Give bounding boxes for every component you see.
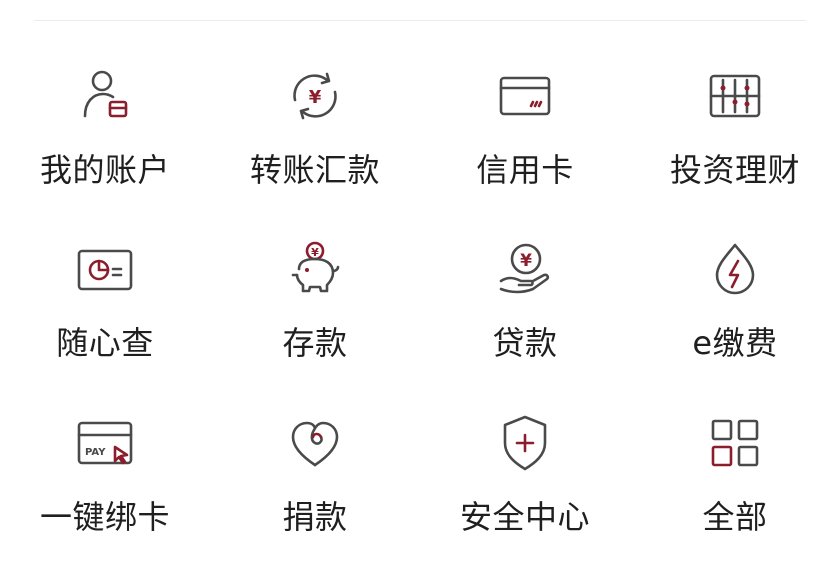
menu-item-investment[interactable]: 投资理财 bbox=[630, 64, 840, 190]
menu-item-e-payment[interactable]: e缴费 bbox=[630, 237, 840, 363]
menu-item-my-account[interactable]: 我的账户 bbox=[0, 64, 210, 190]
menu-item-label: e缴费 bbox=[692, 324, 778, 362]
menu-item-donation[interactable]: 捐款 bbox=[210, 411, 420, 537]
menu-item-label: 安全中心 bbox=[459, 498, 590, 536]
menu-item-bind-card[interactable]: PAY 一键绑卡 bbox=[0, 411, 210, 537]
svg-text:¥: ¥ bbox=[520, 251, 532, 271]
grid-icon bbox=[703, 411, 767, 475]
menu-item-label: 贷款 bbox=[492, 324, 558, 362]
menu-item-label: 信用卡 bbox=[476, 151, 574, 189]
svg-text:¥: ¥ bbox=[309, 87, 322, 108]
menu-item-label: 存款 bbox=[282, 324, 348, 362]
payment-drop-icon bbox=[703, 237, 767, 301]
menu-item-security-center[interactable]: 安全中心 bbox=[420, 411, 630, 537]
donation-heart-icon bbox=[283, 411, 347, 475]
menu-item-label: 转账汇款 bbox=[249, 151, 380, 189]
account-icon bbox=[73, 64, 137, 128]
menu-item-credit-card[interactable]: 信用卡 bbox=[420, 64, 630, 190]
menu-item-label: 全部 bbox=[702, 498, 768, 536]
loan-icon: ¥ bbox=[493, 237, 557, 301]
transfer-icon: ¥ bbox=[283, 64, 347, 128]
credit-card-icon bbox=[493, 64, 557, 128]
query-icon bbox=[73, 237, 137, 301]
menu-item-loan[interactable]: ¥ 贷款 bbox=[420, 237, 630, 363]
shield-icon bbox=[493, 411, 557, 475]
menu-item-deposit[interactable]: ¥ 存款 bbox=[210, 237, 420, 363]
piggy-bank-icon: ¥ bbox=[283, 237, 347, 301]
svg-text:¥: ¥ bbox=[311, 246, 319, 259]
menu-item-transfer[interactable]: ¥ 转账汇款 bbox=[210, 64, 420, 190]
bind-card-icon: PAY bbox=[73, 411, 137, 475]
menu-item-label: 我的账户 bbox=[39, 151, 170, 189]
svg-text:PAY: PAY bbox=[85, 447, 106, 458]
menu-item-label: 投资理财 bbox=[669, 151, 800, 189]
menu-item-quick-query[interactable]: 随心查 bbox=[0, 237, 210, 363]
menu-item-label: 随心查 bbox=[56, 324, 154, 362]
service-grid: 我的账户 ¥ 转账汇款 信用卡 投资理财 随心查 ¥ 存款 ¥ 贷款 e缴费 P… bbox=[0, 0, 840, 579]
menu-item-all[interactable]: 全部 bbox=[630, 411, 840, 537]
menu-item-label: 捐款 bbox=[282, 498, 348, 536]
investment-icon bbox=[703, 64, 767, 128]
menu-item-label: 一键绑卡 bbox=[39, 498, 170, 536]
